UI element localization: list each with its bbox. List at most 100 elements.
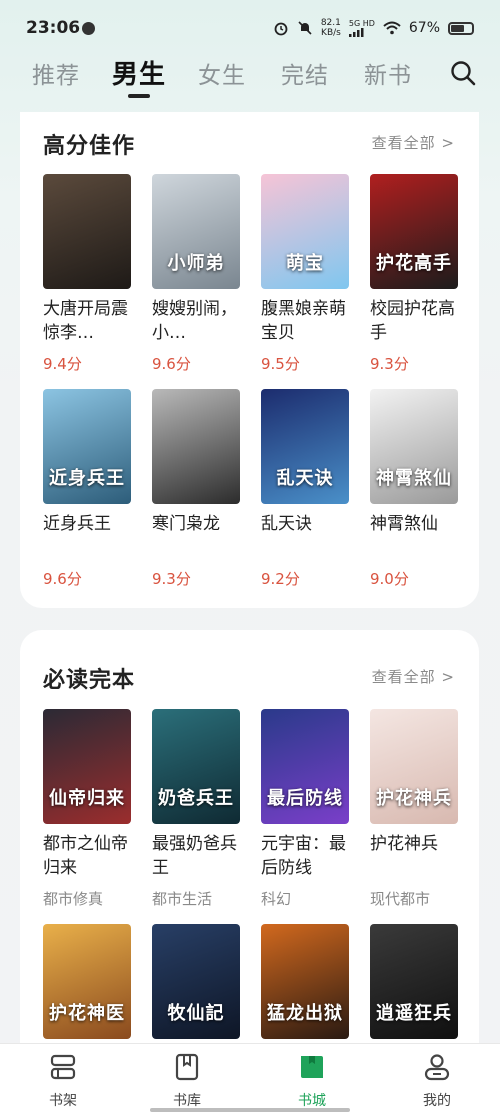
- book-cover[interactable]: 护花神医: [43, 924, 131, 1039]
- book-cover[interactable]: 牧仙記: [152, 924, 240, 1039]
- wifi-icon: [383, 21, 401, 35]
- tab-new[interactable]: 新书: [364, 56, 412, 90]
- tab-recommend[interactable]: 推荐: [32, 56, 80, 90]
- battery-percent: 67%: [408, 20, 440, 36]
- active-tab-indicator: [128, 94, 150, 98]
- book-item[interactable]: 乱天诀 乱天诀 9.2分: [261, 389, 349, 589]
- bookshelf-icon: [50, 1054, 76, 1080]
- status-time: 23:06: [26, 18, 81, 38]
- view-all-link[interactable]: 查看全部 >: [372, 132, 455, 153]
- book-item[interactable]: 近身兵王 近身兵王 9.6分: [43, 389, 131, 589]
- book-title[interactable]: 乱天诀: [261, 512, 353, 560]
- net-speed-value: 82.1: [320, 18, 341, 28]
- cover-art-text: 护花神医: [49, 1003, 125, 1024]
- book-cover[interactable]: 神霄煞仙: [370, 389, 458, 504]
- library-icon: [175, 1053, 199, 1081]
- book-cover[interactable]: 近身兵王: [43, 389, 131, 504]
- nav-label: 书库: [173, 1093, 201, 1109]
- book-title[interactable]: 都市之仙帝归来: [43, 832, 135, 880]
- view-all-link[interactable]: 查看全部 >: [372, 666, 455, 687]
- section-high-score: 高分佳作 查看全部 > 大唐开局震惊李… 9.4分 小师弟 嫂嫂别闹，小… 9.6分 萌宝…: [20, 112, 479, 608]
- bookstore-icon: [301, 1056, 323, 1078]
- book-title[interactable]: 护花神兵: [370, 832, 462, 880]
- cover-art-text: 乱天诀: [276, 468, 334, 489]
- cover-art-text: 最后防线: [267, 788, 343, 809]
- book-cover[interactable]: [152, 389, 240, 504]
- book-score: 9.2分: [261, 570, 300, 588]
- nav-label: 书城: [298, 1093, 326, 1109]
- status-indicators: 82.1 KB/s 5G HD 67%: [273, 18, 474, 38]
- book-score: 9.0分: [370, 570, 409, 588]
- book-genre: 都市生活: [152, 890, 213, 908]
- nav-bookshelf[interactable]: 书架: [28, 1052, 98, 1110]
- cover-art-text: 近身兵王: [49, 468, 125, 489]
- profile-icon: [424, 1054, 450, 1081]
- book-title[interactable]: 腹黑娘亲萌宝贝: [261, 297, 353, 345]
- tab-completed[interactable]: 完结: [281, 56, 329, 90]
- book-genre: 都市修真: [43, 890, 104, 908]
- book-genre: 现代都市: [370, 890, 431, 908]
- book-cover[interactable]: 萌宝: [261, 174, 349, 289]
- home-indicator: [150, 1108, 350, 1112]
- cover-art-text: 牧仙記: [167, 1003, 225, 1024]
- book-cover[interactable]: 逍遥狂兵: [370, 924, 458, 1039]
- book-cover[interactable]: 猛龙出狱: [261, 924, 349, 1039]
- net-speed-unit: KB/s: [321, 28, 341, 38]
- mute-icon: [298, 21, 312, 35]
- book-title[interactable]: 嫂嫂别闹，小…: [152, 297, 244, 345]
- book-title[interactable]: 大唐开局震惊李…: [43, 297, 135, 345]
- battery-icon: [448, 21, 474, 35]
- signal: 5G HD: [348, 19, 375, 37]
- book-item[interactable]: 寒门枭龙 9.3分: [152, 389, 240, 589]
- book-item[interactable]: 仙帝归来 都市之仙帝归来 都市修真: [43, 709, 131, 909]
- book-cover[interactable]: 护花高手: [370, 174, 458, 289]
- tab-male[interactable]: 男生: [112, 54, 166, 91]
- book-genre: 科幻: [261, 890, 292, 908]
- book-cover[interactable]: 护花神兵: [370, 709, 458, 824]
- cover-art-text: 护花高手: [376, 253, 452, 274]
- book-title[interactable]: 校园护花高手: [370, 297, 462, 345]
- book-item[interactable]: 护花神兵 护花神兵 现代都市: [370, 709, 458, 909]
- signal-label: 5G HD: [348, 19, 375, 28]
- tab-female[interactable]: 女生: [198, 56, 246, 90]
- book-cover[interactable]: 最后防线: [261, 709, 349, 824]
- nav-label: 书架: [49, 1093, 77, 1109]
- timer-icon: [82, 22, 95, 35]
- book-cover[interactable]: 小师弟: [152, 174, 240, 289]
- status-bar: 23:06 82.1 KB/s 5G HD 67%: [0, 0, 500, 56]
- book-item[interactable]: 奶爸兵王 最强奶爸兵王 都市生活: [152, 709, 240, 909]
- cover-art-text: 护花神兵: [376, 788, 452, 809]
- nav-bookstore[interactable]: 书城: [277, 1052, 347, 1110]
- book-title[interactable]: 寒门枭龙: [152, 512, 244, 560]
- book-item[interactable]: 小师弟 嫂嫂别闹，小… 9.6分: [152, 174, 240, 374]
- net-speed: 82.1 KB/s: [321, 18, 341, 38]
- book-cover[interactable]: [43, 174, 131, 289]
- nav-label: 我的: [423, 1093, 451, 1109]
- search-icon[interactable]: [450, 60, 476, 86]
- book-title[interactable]: 神霄煞仙: [370, 512, 462, 560]
- book-title[interactable]: 最强奶爸兵王: [152, 832, 244, 880]
- book-cover[interactable]: 乱天诀: [261, 389, 349, 504]
- nav-library[interactable]: 书库: [152, 1052, 222, 1110]
- cover-art-text: 猛龙出狱: [267, 1003, 343, 1024]
- book-item[interactable]: 萌宝 腹黑娘亲萌宝贝 9.5分: [261, 174, 349, 374]
- signal-icon: [348, 28, 364, 37]
- book-score: 9.6分: [43, 570, 82, 588]
- book-item[interactable]: 大唐开局震惊李… 9.4分: [43, 174, 131, 374]
- book-score: 9.5分: [261, 355, 300, 373]
- battery-level: [451, 24, 464, 32]
- section-title: 高分佳作: [43, 134, 136, 159]
- book-title[interactable]: 元宇宙：最后防线: [261, 832, 353, 880]
- book-score: 9.4分: [43, 355, 82, 373]
- book-cover[interactable]: 仙帝归来: [43, 709, 131, 824]
- book-item[interactable]: 最后防线 元宇宙：最后防线 科幻: [261, 709, 349, 909]
- book-score: 9.3分: [152, 570, 191, 588]
- nav-profile[interactable]: 我的: [402, 1052, 472, 1110]
- bottom-nav: 书架 书库 书城 我的: [0, 1043, 500, 1115]
- book-cover[interactable]: 奶爸兵王: [152, 709, 240, 824]
- book-item[interactable]: 护花高手 校园护花高手 9.3分: [370, 174, 458, 374]
- alarm-icon: [274, 22, 288, 36]
- book-item[interactable]: 神霄煞仙 神霄煞仙 9.0分: [370, 389, 458, 589]
- book-title[interactable]: 近身兵王: [43, 512, 135, 560]
- category-tabs: 推荐 男生 女生 完结 新书: [0, 52, 500, 102]
